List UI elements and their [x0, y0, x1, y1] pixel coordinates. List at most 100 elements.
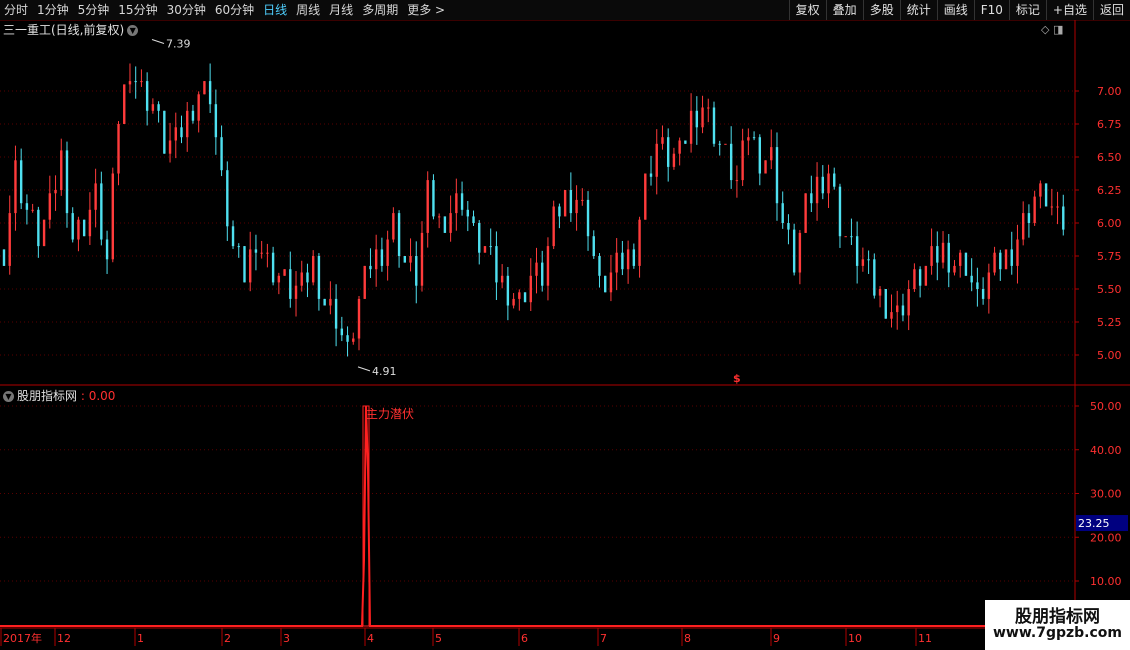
toolbar-button-1[interactable]: 叠加 [825, 0, 863, 20]
candle-body [764, 160, 767, 174]
candle-body [157, 104, 160, 111]
candle-body [598, 256, 601, 276]
period-tab-2[interactable]: 5分钟 [78, 0, 110, 20]
price-tick-label: 6.50 [1097, 151, 1122, 164]
candle-body [844, 236, 847, 238]
toolbar-button-0[interactable]: 复权 [788, 0, 826, 20]
indicator-tick-label: 20.00 [1090, 531, 1122, 544]
candle-body [535, 262, 538, 276]
candle-body [672, 153, 676, 167]
candle-body [827, 173, 830, 194]
indicator-axis: 50.00 40.00 30.00 20.00 10.00 23.25 [1075, 400, 1128, 588]
candle-body [317, 256, 321, 299]
candle-body [151, 104, 155, 111]
indicator-tick-label: 10.00 [1090, 575, 1122, 588]
chevron-down-icon[interactable]: ▼ [3, 391, 14, 402]
indicator-name: 股朋指标网 [17, 389, 78, 403]
candle-body [918, 269, 922, 286]
candle-body [25, 203, 29, 210]
price-tick-label: 5.25 [1097, 316, 1122, 329]
period-tab-6[interactable]: 日线 [263, 0, 287, 20]
candle-body [392, 213, 395, 240]
candle-body [609, 272, 613, 293]
candle-body [1056, 206, 1059, 208]
annotation-pointer [151, 39, 165, 44]
chevron-down-icon[interactable]: ▼ [127, 25, 139, 36]
candle-body [810, 193, 813, 204]
candle-body [575, 199, 578, 214]
candle-body [346, 335, 349, 342]
period-tab-0[interactable]: 分时 [4, 0, 28, 20]
period-tab-7[interactable]: 周线 [296, 0, 320, 20]
candle-body [563, 190, 567, 217]
candle-body [930, 246, 933, 266]
indicator-title-bar: ▼ 股朋指标网 : 0.00 [3, 387, 115, 404]
period-tab-5[interactable]: 60分钟 [215, 0, 254, 20]
candle-body [523, 292, 527, 303]
period-tab-4[interactable]: 30分钟 [167, 0, 206, 20]
period-tab-1[interactable]: 1分钟 [37, 0, 69, 20]
candle-body [666, 137, 670, 167]
window-icon[interactable]: ◨ [1053, 23, 1063, 36]
candle-body [781, 203, 784, 223]
candle-body [541, 262, 544, 286]
candle-body [913, 269, 916, 289]
candle-body [901, 305, 905, 316]
candle-body [432, 180, 435, 217]
period-tab-9[interactable]: 多周期 [362, 0, 398, 20]
candle-body [472, 216, 475, 223]
candle-body [678, 140, 681, 154]
candle-body [815, 176, 819, 204]
signal-label: 主力潜伏 [366, 407, 414, 421]
candle-body [855, 236, 859, 266]
price-annotations: 7.39 4.91 $ [151, 38, 741, 385]
candle-body [712, 107, 716, 144]
main-chart-title-bar: 三一重工(日线,前复权) ▼ [3, 21, 139, 38]
toolbar-button-2[interactable]: 多股 [862, 0, 900, 20]
candle-body [884, 289, 887, 319]
candle-body [724, 143, 727, 145]
candle-body [460, 193, 464, 210]
candle-body [987, 272, 991, 299]
signal-mark: $ [733, 372, 741, 385]
candle-body [999, 252, 1002, 270]
current-value-label: 23.25 [1078, 517, 1110, 530]
candle-body [804, 193, 807, 233]
candle-body [283, 269, 286, 276]
candle-body [374, 249, 378, 270]
candle-body [638, 219, 641, 266]
price-tick-label: 5.75 [1097, 250, 1122, 263]
candle-body [191, 110, 195, 121]
candle-body [271, 252, 275, 283]
candle-body [976, 282, 979, 289]
indicator-tick-label: 50.00 [1090, 400, 1122, 413]
candle-body [936, 246, 939, 263]
candle-body [878, 289, 882, 296]
candle-body [1004, 249, 1008, 270]
candle-body [506, 275, 510, 306]
candle-body [569, 190, 573, 214]
candle-body [758, 137, 762, 174]
toolbar-button-8[interactable]: 返回 [1092, 0, 1130, 20]
candle-body [890, 312, 893, 319]
time-tick-label: 2 [224, 632, 231, 645]
candle-body [123, 84, 126, 124]
period-tab-3[interactable]: 15分钟 [118, 0, 157, 20]
period-tab-8[interactable]: 月线 [329, 0, 353, 20]
toolbar-button-3[interactable]: 统计 [899, 0, 937, 20]
toolbar-button-5[interactable]: F10 [973, 0, 1009, 20]
toolbar-button-4[interactable]: 画线 [936, 0, 974, 20]
period-tab-10[interactable]: 更多 > [407, 0, 445, 20]
candle-body [334, 298, 338, 329]
candle-body [873, 259, 876, 296]
toolbar-button-6[interactable]: 标记 [1008, 0, 1046, 20]
toolbar-button-7[interactable]: +自选 [1045, 0, 1093, 20]
watermark-url: www.7gpzb.com [992, 625, 1122, 641]
candle-body [489, 246, 492, 248]
candle-body [214, 104, 218, 138]
chart-canvas[interactable]: 7.006.756.506.256.005.755.505.255.00 50.… [0, 0, 1130, 650]
candle-body [311, 256, 315, 283]
candle-body [558, 206, 561, 217]
diamond-icon[interactable]: ◇ [1041, 23, 1049, 36]
candle-body [581, 199, 584, 201]
